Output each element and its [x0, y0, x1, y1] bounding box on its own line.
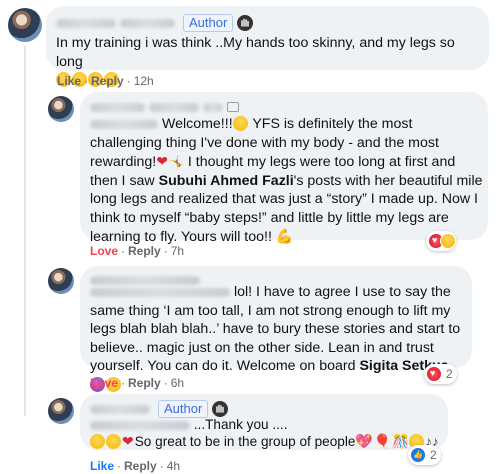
heart-emoji: 💖: [355, 433, 373, 449]
heart-emoji: ❤: [122, 433, 134, 449]
author-name[interactable]: [120, 18, 175, 28]
reply-button[interactable]: Reply: [128, 244, 161, 258]
party-emoji: 🎊: [392, 434, 410, 449]
comment-text: ...Thank you .... ❤So great to be in the…: [90, 416, 445, 450]
reply-button[interactable]: Reply: [91, 74, 124, 88]
mention-link[interactable]: Subuhi Ahmed Fazli: [159, 173, 294, 189]
timestamp[interactable]: 6h: [171, 376, 184, 390]
like-button[interactable]: Like: [57, 74, 81, 88]
reaction-summary[interactable]: 2: [424, 364, 457, 384]
heart-eyes-emoji: [90, 434, 105, 449]
author-name[interactable]: [90, 102, 145, 112]
author-name[interactable]: [203, 102, 223, 112]
avatar[interactable]: [48, 398, 74, 424]
comment-actions: Like · Reply · 4h: [90, 459, 181, 473]
comment-text: Welcome!!! YFS is definitely the most ch…: [90, 115, 485, 246]
timestamp[interactable]: 4h: [167, 459, 180, 473]
gymnast-emoji: 🤸: [168, 155, 184, 170]
mention-blurred[interactable]: [90, 287, 230, 297]
comment-bubble: Welcome!!! YFS is definitely the most ch…: [80, 92, 488, 245]
flexed-arm-emoji: 💪: [275, 228, 294, 245]
comment-body: In my training i was think ..My hands to…: [56, 35, 455, 70]
author-name[interactable]: [56, 18, 116, 28]
mention-blurred[interactable]: [90, 119, 158, 129]
timestamp[interactable]: 12h: [134, 74, 154, 88]
comment-actions: Love · Reply · 7h: [90, 244, 185, 258]
balloon-emoji: 🎈: [373, 433, 392, 449]
hand-wave-icon: [237, 15, 254, 31]
heart-emoji: ❤: [156, 153, 168, 170]
text-part: So great to be in the group of people: [134, 434, 356, 449]
hand-wave-icon: [212, 401, 229, 417]
reply-button[interactable]: Reply: [128, 376, 161, 390]
avatar[interactable]: [48, 268, 74, 294]
reaction-summary[interactable]: 2: [408, 445, 441, 465]
love-button[interactable]: Love: [90, 376, 118, 390]
reply-button[interactable]: Reply: [124, 459, 157, 473]
text-part: ...Thank you ....: [190, 417, 288, 432]
love-reaction-icon: [426, 366, 442, 382]
mention-blurred[interactable]: [90, 420, 190, 430]
timestamp[interactable]: 7h: [171, 244, 184, 258]
thread-line: [24, 46, 26, 416]
avatar[interactable]: [48, 96, 74, 122]
text-part: Welcome!!!: [158, 116, 233, 132]
comment-actions: Love · Reply · 6h: [90, 376, 185, 390]
comment-bubble: Author In my training i was think ..My h…: [46, 6, 489, 88]
love-button[interactable]: Love: [90, 244, 118, 258]
reaction-count: 2: [430, 448, 437, 462]
smile-emoji: [232, 116, 248, 131]
badge-icon: [227, 102, 239, 112]
comment-bubble: Author ...Thank you .... ❤So great to be…: [80, 394, 448, 450]
author-badge: Author: [183, 14, 234, 32]
like-button[interactable]: Like: [90, 459, 114, 473]
author-name[interactable]: [149, 102, 199, 112]
like-reaction-icon: [410, 447, 426, 463]
reaction-summary[interactable]: [426, 231, 456, 251]
comment-actions: Like · Reply · 12h: [57, 74, 154, 88]
author-name[interactable]: [90, 404, 150, 414]
haha-reaction-icon: [440, 233, 456, 249]
avatar[interactable]: [8, 8, 42, 42]
comment-bubble: lol! I have to agree I use to say the sa…: [80, 266, 472, 392]
grin-emoji: [106, 434, 121, 449]
reaction-count: 2: [446, 367, 453, 381]
